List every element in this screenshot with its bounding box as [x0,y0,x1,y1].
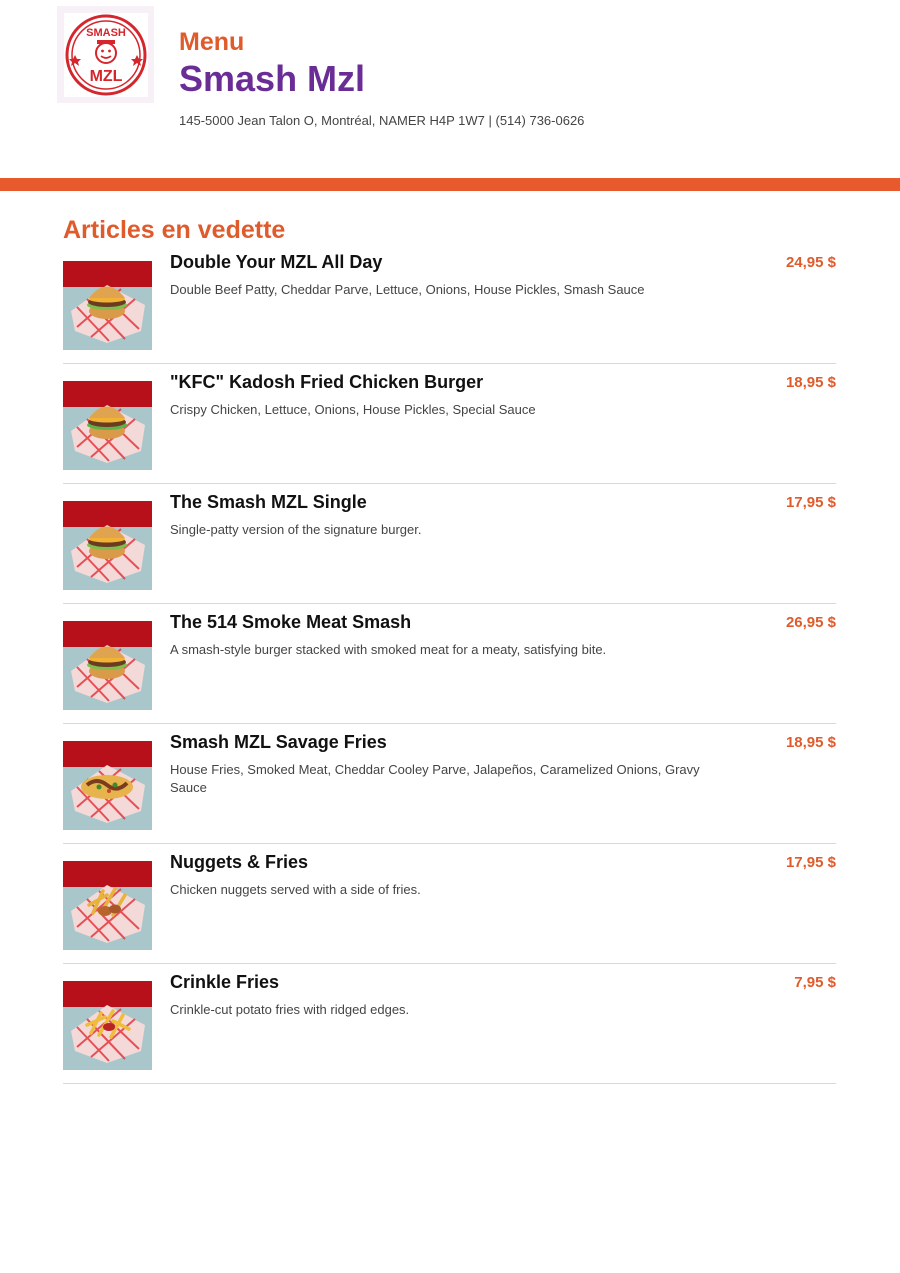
menu-item-photo [63,741,152,830]
menu-item-photo [63,621,152,710]
menu-item-photo [63,381,152,470]
restaurant-name: Smash Mzl [179,58,366,99]
menu-item-name: The 514 Smoke Meat Smash [170,612,412,632]
restaurant-logo: SMASH MZL [57,6,154,103]
menu-item-name: The Smash MZL Single [170,492,367,512]
header-divider-bar [0,178,900,191]
menu-item-price: 26,95 $ [785,614,836,631]
menu-item-description: House Fries, Smoked Meat, Cheddar Cooley… [170,762,700,795]
menu-item-description: A smash-style burger stacked with smoked… [170,642,607,657]
menu-item-price: 24,95 $ [785,254,836,271]
menu-item[interactable]: Double Your MZL All Day Double Beef Patt… [63,251,836,364]
menu-item-name: Double Your MZL All Day [170,252,383,272]
menu-item[interactable]: "KFC" Kadosh Fried Chicken Burger Crispy… [63,371,836,484]
menu-kicker: Menu [179,28,245,56]
menu-item-price: 7,95 $ [794,974,836,991]
menu-item[interactable]: The Smash MZL Single Single-patty versio… [63,491,836,604]
menu-item-price: 18,95 $ [785,374,836,391]
menu-item-price: 17,95 $ [785,854,836,871]
menu-item-description: Crispy Chicken, Lettuce, Onions, House P… [170,402,536,417]
menu-item[interactable]: The 514 Smoke Meat Smash A smash-style b… [63,611,836,724]
menu-item-name: Smash MZL Savage Fries [170,732,387,752]
mascot-logo-icon: SMASH MZL [63,12,148,97]
menu-item-name: "KFC" Kadosh Fried Chicken Burger [170,372,484,392]
menu-item-price: 18,95 $ [785,734,836,751]
menu-item-name: Crinkle Fries [170,972,280,992]
menu-item-description: Double Beef Patty, Cheddar Parve, Lettuc… [170,282,645,297]
menu-item-description: Chicken nuggets served with a side of fr… [170,882,421,897]
menu-item-description: Crinkle-cut potato fries with ridged edg… [170,1002,410,1017]
menu-item-name: Nuggets & Fries [170,852,309,872]
menu-item[interactable]: Crinkle Fries Crinkle-cut potato fries w… [63,971,836,1084]
menu-item-photo [63,501,152,590]
menu-item-photo [63,981,152,1070]
section-title: Articles en vedette [63,216,286,244]
menu-item[interactable]: Smash MZL Savage Fries House Fries, Smok… [63,731,836,844]
menu-item-price: 17,95 $ [785,494,836,511]
menu-item-description: Single-patty version of the signature bu… [170,522,422,537]
logo-bottom-text: MZL [89,68,122,85]
menu-item-photo [63,261,152,350]
menu-item-list: Double Your MZL All Day Double Beef Patt… [63,251,836,1091]
restaurant-address: 145-5000 Jean Talon O, Montréal, NAMER H… [179,113,585,128]
menu-item-photo [63,861,152,950]
menu-item[interactable]: Nuggets & Fries Chicken nuggets served w… [63,851,836,964]
logo-top-text: SMASH [86,27,126,39]
